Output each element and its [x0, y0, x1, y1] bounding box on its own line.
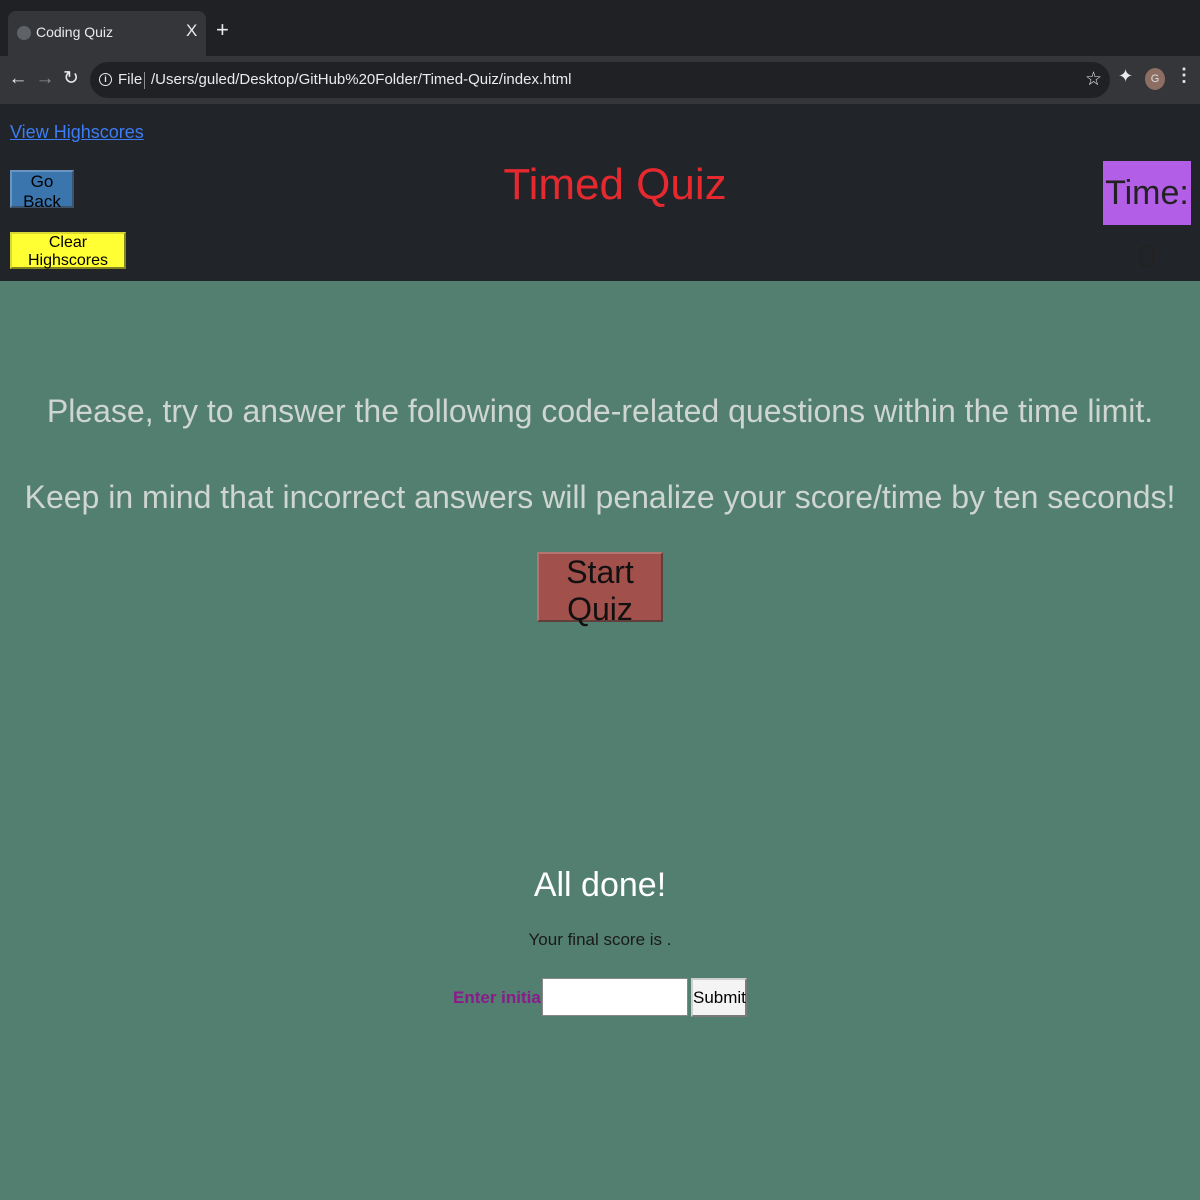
avatar[interactable]: G	[1145, 68, 1165, 90]
timer-display: Time: 0	[1103, 161, 1191, 276]
new-tab-icon[interactable]: +	[216, 19, 229, 41]
globe-icon	[17, 26, 31, 40]
address-bar[interactable]: i File /Users/guled/Desktop/GitHub%20Fol…	[90, 62, 1110, 98]
extensions-icon[interactable]: ✦	[1118, 66, 1133, 87]
address-separator	[144, 72, 145, 89]
clear-highscores-button[interactable]: Clear Highscores	[10, 232, 126, 269]
close-tab-icon[interactable]: X	[186, 22, 197, 39]
submit-button[interactable]: Submit	[691, 978, 747, 1017]
url-text[interactable]: /Users/guled/Desktop/GitHub%20Folder/Tim…	[151, 71, 571, 88]
browser-tab-strip: Coding Quiz X +	[0, 0, 1200, 56]
info-icon[interactable]: i	[99, 73, 112, 86]
browser-toolbar: ← → ↻ i File /Users/guled/Desktop/GitHub…	[0, 56, 1200, 104]
instruction-text-1: Please, try to answer the following code…	[46, 393, 1154, 429]
instruction-text-2: Keep in mind that incorrect answers will…	[24, 479, 1176, 515]
view-highscores-link[interactable]: View Highscores	[10, 122, 144, 143]
page-header: View Highscores Go Back Clear Highscores…	[0, 104, 1200, 281]
menu-icon[interactable]: ⋮	[1175, 65, 1193, 86]
page-title: Timed Quiz	[503, 160, 727, 209]
browser-tab[interactable]: Coding Quiz X	[8, 11, 206, 56]
back-icon[interactable]: ←	[6, 66, 30, 92]
final-score-text: Your final score is .	[528, 930, 672, 949]
reload-icon[interactable]: ↻	[59, 66, 83, 92]
url-scheme: File	[118, 71, 143, 88]
tab-title: Coding Quiz	[36, 24, 114, 40]
star-icon[interactable]: ☆	[1085, 68, 1102, 91]
initials-input[interactable]	[542, 978, 688, 1016]
start-quiz-button[interactable]: Start Quiz	[537, 552, 663, 627]
forward-icon[interactable]: →	[33, 66, 57, 92]
all-done-heading: All done!	[533, 866, 667, 904]
